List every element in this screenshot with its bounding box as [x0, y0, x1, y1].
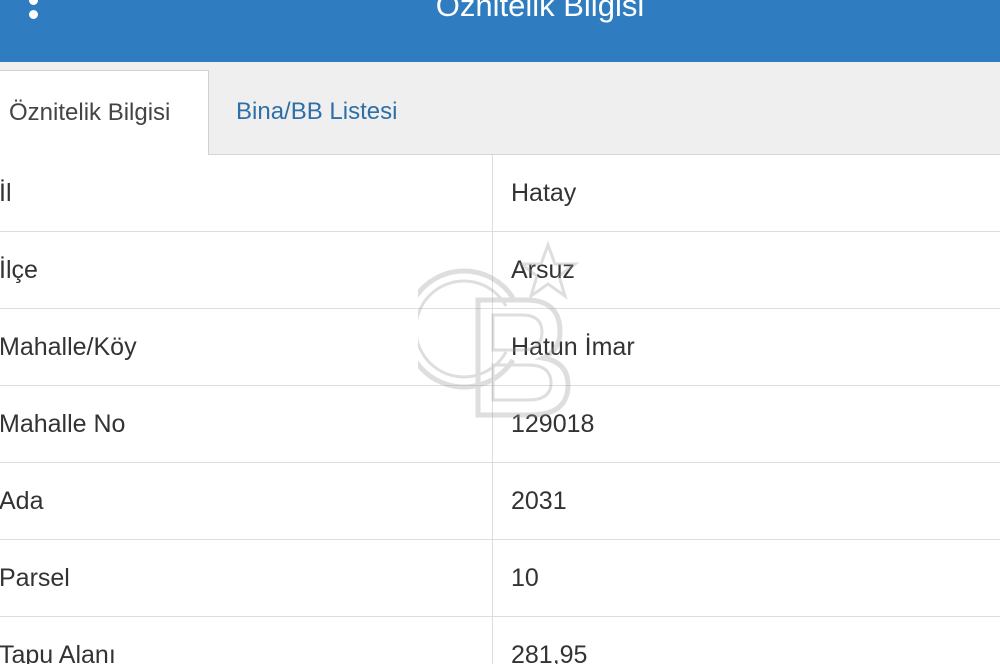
table-row: Ada 2031: [0, 463, 1000, 540]
attribute-table: İl Hatay İlçe Arsuz Mahalle/Köy Hatun İm…: [0, 155, 1000, 664]
attribute-value: 10: [511, 564, 539, 592]
table-row: Tapu Alanı 281,95: [0, 617, 1000, 664]
attribute-value: 2031: [511, 487, 567, 515]
attribute-key: Mahalle No: [0, 410, 126, 438]
attribute-info-panel: Öznitelik Bilgisi Öznitelik Bilgisi Bina…: [0, 0, 1000, 664]
column-divider: [492, 155, 493, 664]
attribute-key: Parsel: [0, 564, 70, 592]
table-row: Mahalle/Köy Hatun İmar: [0, 309, 1000, 386]
attribute-value: 129018: [511, 410, 595, 438]
table-row: İlçe Arsuz: [0, 232, 1000, 309]
attribute-value: 281,95: [511, 641, 588, 664]
tab-building-list[interactable]: Bina/BB Listesi: [236, 70, 397, 154]
table-row: Mahalle No 129018: [0, 386, 1000, 463]
tab-attribute-info[interactable]: Öznitelik Bilgisi: [0, 70, 209, 155]
table-row: İl Hatay: [0, 155, 1000, 232]
header-bar: Öznitelik Bilgisi: [0, 0, 1000, 62]
page-title: Öznitelik Bilgisi: [435, 0, 645, 23]
attribute-value: Hatay: [511, 179, 577, 207]
attribute-key: Mahalle/Köy: [0, 333, 137, 361]
attribute-key: İlçe: [0, 256, 38, 284]
tab-bar: Öznitelik Bilgisi Bina/BB Listesi: [0, 62, 1000, 155]
attribute-value: Hatun İmar: [511, 333, 635, 361]
table-row: Parsel 10: [0, 540, 1000, 617]
attribute-key: İl: [0, 179, 12, 207]
attribute-key: Tapu Alanı: [0, 641, 116, 664]
attribute-key: Ada: [0, 487, 44, 515]
attribute-value: Arsuz: [511, 256, 575, 284]
